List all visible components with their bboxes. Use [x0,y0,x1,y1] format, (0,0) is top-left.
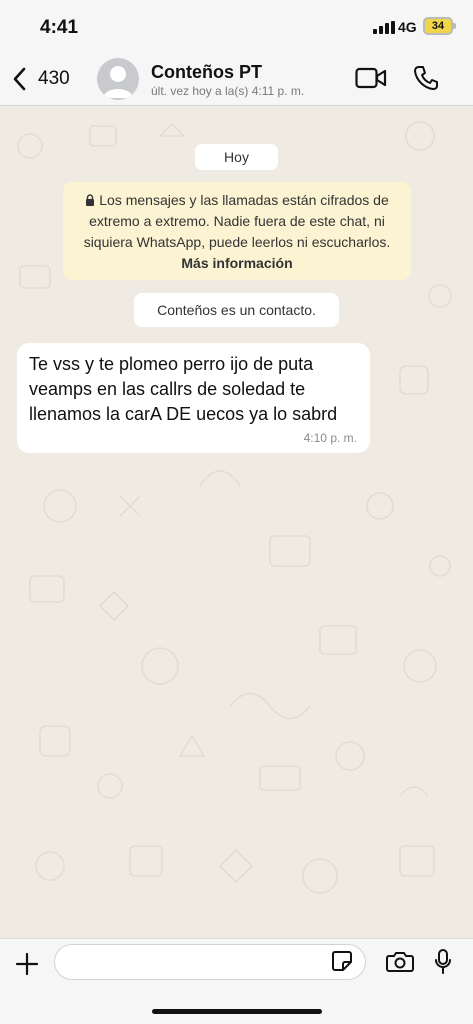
chat-area[interactable]: Hoy Los mensajes y las llamadas están ci… [0,106,473,938]
plus-icon[interactable] [15,952,39,976]
contact-notice: Conteños es un contacto. [134,293,339,327]
network-label: 4G [398,19,417,35]
day-separator: Hoy [195,144,278,170]
message-bubble[interactable]: Te vss y te plomeo perro ijo de puta vea… [17,343,370,453]
avatar-icon [103,66,133,98]
input-bar [0,938,473,1024]
back-count: 430 [38,68,70,89]
back-button[interactable]: 430 [12,64,70,94]
lock-icon [86,194,95,206]
last-seen: últ. vez hoy a la(s) 4:11 p. m. [151,84,305,98]
battery-icon: 34 [423,17,456,35]
avatar[interactable] [97,58,139,100]
video-call-icon[interactable] [355,67,387,89]
camera-icon[interactable] [386,951,414,973]
sticker-icon[interactable] [331,950,353,972]
microphone-icon[interactable] [434,949,452,975]
battery-level: 34 [431,20,445,32]
home-indicator [152,1009,322,1014]
status-bar: 4:41 4G 34 [0,0,473,52]
contact-name[interactable]: Conteños PT [151,62,262,83]
back-chevron-icon [13,67,26,91]
phone-icon[interactable] [414,65,438,91]
message-input[interactable] [54,944,366,980]
status-time: 4:41 [40,17,79,38]
more-info-link[interactable]: Más información [181,255,292,271]
message-text: Te vss y te plomeo perro ijo de puta vea… [29,354,338,424]
signal-icon [373,21,395,34]
encryption-text: Los mensajes y las llamadas están cifrad… [83,192,391,250]
chat-header: 430 Conteños PT últ. vez hoy a la(s) 4:1… [0,52,473,106]
encryption-notice[interactable]: Los mensajes y las llamadas están cifrad… [63,182,411,280]
message-time: 4:10 p. m. [303,431,357,445]
